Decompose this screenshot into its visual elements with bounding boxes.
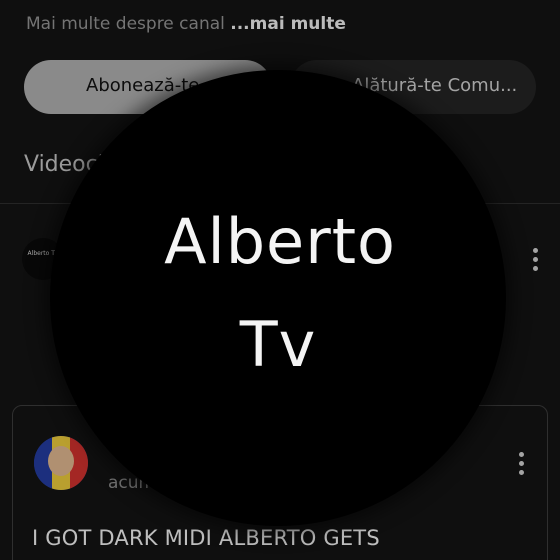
- profile-picture-text-line1: Alberto: [164, 205, 396, 278]
- channel-page: Mai multe despre canal ...mai multe Abon…: [0, 0, 560, 560]
- profile-picture-zoom[interactable]: [50, 70, 506, 526]
- profile-picture-text-line2: Tv: [239, 308, 317, 381]
